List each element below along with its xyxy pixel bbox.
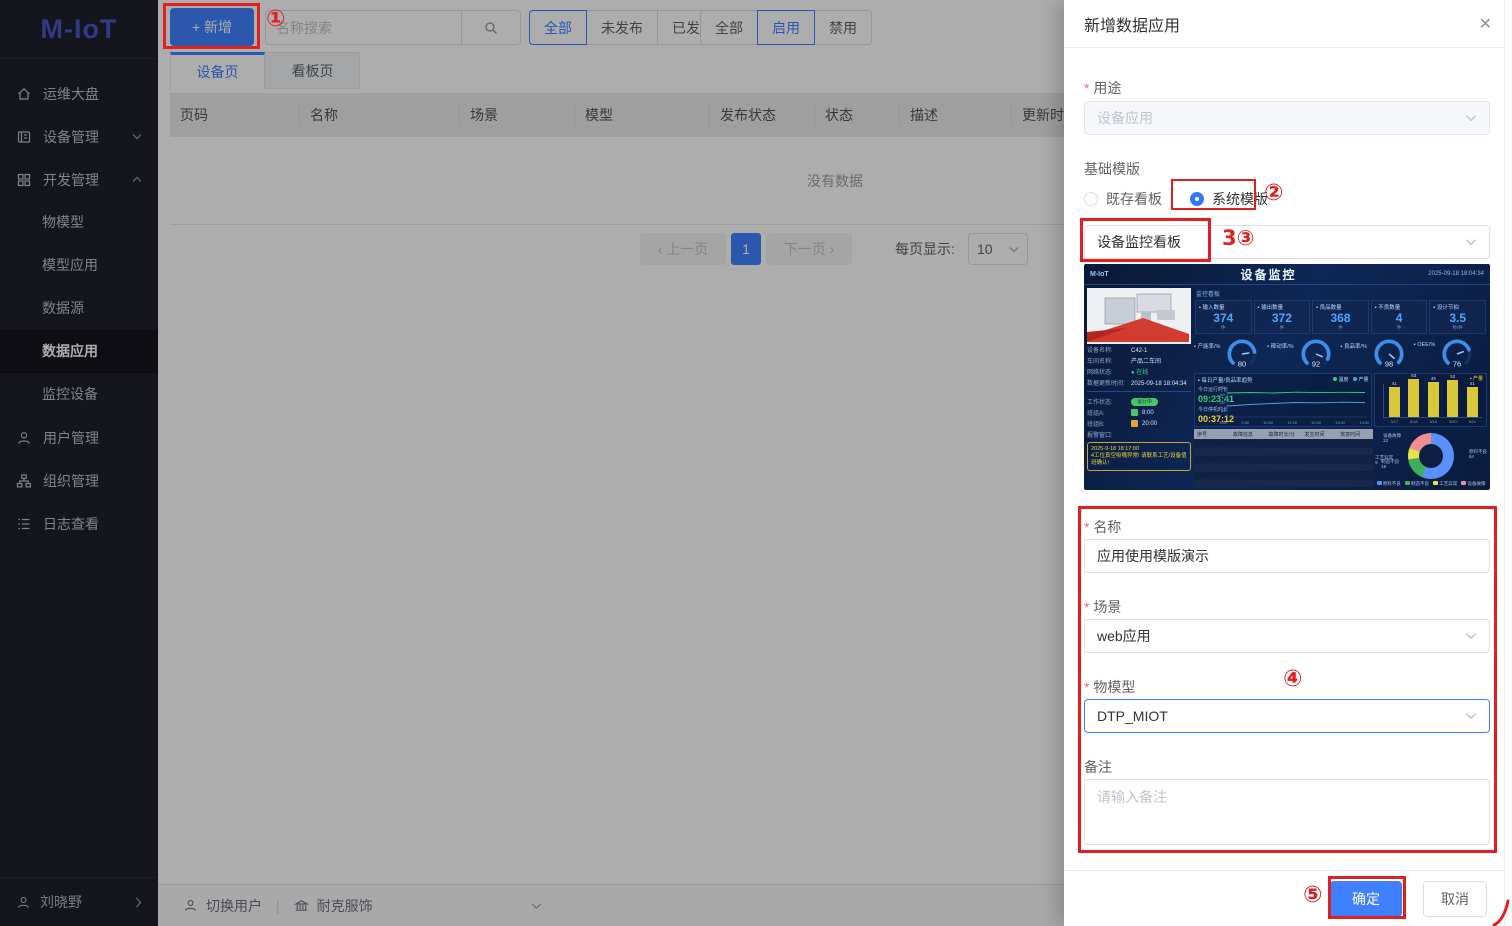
preview-right-panel: 监控看板 ▪ 输入数量 374 件 ▪ 输出数量 372 件 ▪ 良品数量 368 件 ▪ 不良数… xyxy=(1194,288,1487,487)
preview-gauge-row: ▪ 产能率/% 80 ▪ 稼动率/% 92 ▪ 良品率/% 98 ▪ OEE/% 76 xyxy=(1194,336,1487,372)
machine-image xyxy=(1087,288,1191,344)
radio-existing-board[interactable]: 既存看板 xyxy=(1084,189,1162,209)
svg-text:100: 100 xyxy=(1220,401,1226,405)
preview-body: 设备名称: C42-1 车间名称: 产品二车间 网络状态: ● 在线数据更新时间: 2025… xyxy=(1084,285,1490,490)
annotation-step-1: ① xyxy=(266,6,286,32)
svg-text:76: 76 xyxy=(1453,360,1461,369)
annotation-step-4: ④ xyxy=(1283,666,1303,692)
fault-table-header: 序号 故障信息 故障时长/分 发生时间 恢复时间 xyxy=(1194,429,1374,439)
trend-legend: 温度 产量 xyxy=(1333,376,1368,384)
preview-bottom-row: 序号 故障信息 故障时长/分 发生时间 恢复时间 原料不良 64 制造不良 18 工艺异常 9 设备… xyxy=(1194,429,1487,487)
bar-chart: 41 3/17 53 3/18 49 3/19 52 3/20 41 3/21 xyxy=(1383,373,1482,424)
modal-mask[interactable] xyxy=(0,0,1064,926)
preview-section-label: 监控看板 xyxy=(1196,292,1221,298)
preview-charts-row: ▪ 每日产量/良品率趋势 温度 产量 今日运行时长 09:23:41 今日停机时… xyxy=(1194,373,1487,427)
gauge: ▪ OEE/% 76 xyxy=(1414,336,1487,372)
annotation-box-2 xyxy=(1171,179,1256,210)
alarm-box: 2025-9-18 18:17:00 4工位真空吸嘴异常! 请联系工艺/设备值班确… xyxy=(1087,442,1191,471)
fault-table-row xyxy=(1194,480,1374,487)
cancel-button[interactable]: 取消 xyxy=(1423,881,1487,917)
donut-chart xyxy=(1408,433,1455,479)
kpi-card: ▪ 输入数量 374 件 xyxy=(1195,300,1252,334)
preview-timestamp: 2025-09-18 18:04:34 xyxy=(1428,271,1484,277)
radio-label: 既存看板 xyxy=(1106,191,1162,207)
donut-legend: 原料不良 制造不良 工艺异常 设备故障 xyxy=(1375,481,1487,487)
alarm-label-row: 报警窗口: xyxy=(1087,430,1191,439)
template-preview-image: M-IoT 设备监控 2025-09-18 18:04:34 设备名称: C42-… xyxy=(1084,264,1490,490)
status-badge: 运行中 xyxy=(1131,397,1159,406)
drawer-title: 新增数据应用 xyxy=(1084,17,1181,35)
close-icon[interactable]: ✕ xyxy=(1479,14,1492,34)
line-chart-x-labels: 8:00 9:00 10:00 11:00 12:00 13:00 14:00 xyxy=(1219,420,1370,425)
annotation-box-5 xyxy=(1328,876,1406,919)
fault-table-row xyxy=(1194,472,1374,479)
donut-label: 原料不良 64 xyxy=(1469,449,1487,459)
preview-kpi-row: ▪ 输入数量 374 件 ▪ 输出数量 372 件 ▪ 良品数量 368 件 ▪ 不良数量 4 件 ▪ … xyxy=(1194,299,1487,335)
status-row: 工作状态: 运行中 xyxy=(1087,397,1191,406)
fault-table-row xyxy=(1194,456,1374,463)
bar: 53 3/18 xyxy=(1408,373,1420,424)
fault-table-row xyxy=(1194,440,1374,447)
bar: 49 3/19 xyxy=(1427,376,1439,424)
fault-table-row xyxy=(1194,448,1374,455)
template-label: 基础模版 xyxy=(1084,161,1140,177)
alarm-label: 报警窗口: xyxy=(1087,433,1113,439)
chevron-down-icon xyxy=(1465,239,1477,246)
annotation-stroke xyxy=(1492,899,1510,926)
gauge: ▪ 产能率/% 80 xyxy=(1194,336,1267,372)
svg-text:150: 150 xyxy=(1220,393,1226,397)
bar-chart-panel: ▪ 产量 41 3/17 53 3/18 49 3/19 52 3/20 41 3/21 xyxy=(1374,373,1487,427)
gauge: ▪ 良品率/% 98 xyxy=(1341,336,1414,372)
svg-text:80: 80 xyxy=(1238,360,1246,369)
trend-title: ▪ 每日产量/良品率趋势 xyxy=(1198,378,1253,384)
preview-title: 设备监控 xyxy=(1240,267,1297,282)
chevron-down-icon xyxy=(1465,115,1477,122)
annotation-step-3: 3③ xyxy=(1222,226,1255,250)
donut-label: 工艺异常 9 xyxy=(1375,455,1394,465)
annotation-box-1 xyxy=(163,3,260,49)
trend-chart-panel: ▪ 每日产量/良品率趋势 温度 产量 今日运行时长 09:23:41 今日停机时… xyxy=(1194,373,1373,427)
bar: 41 3/17 xyxy=(1388,381,1400,424)
drawer-scrollbar[interactable] xyxy=(1504,0,1512,926)
purpose-value: 设备应用 xyxy=(1097,110,1153,126)
annotation-box-3 xyxy=(1080,218,1211,262)
drawer-header: 新增数据应用 ✕ xyxy=(1064,0,1512,48)
purpose-select: 设备应用 xyxy=(1084,101,1490,135)
preview-header: M-IoT 设备监控 2025-09-18 18:04:34 xyxy=(1084,264,1490,285)
kpi-card: ▪ 输出数量 372 件 xyxy=(1253,300,1311,334)
annotation-step-5: ⑤ xyxy=(1303,882,1323,908)
bar: 52 3/20 xyxy=(1447,374,1459,424)
annotation-step-2: ② xyxy=(1264,180,1284,206)
donut-chart-panel: 原料不良 64 制造不良 18 工艺异常 9 设备故障 22 原料不良 制造不良 工艺异常 设… xyxy=(1375,429,1487,487)
svg-text:98: 98 xyxy=(1385,360,1393,369)
status-row: 班组B: 20:00 xyxy=(1087,420,1158,428)
drawer-footer: 确定 取消 xyxy=(1064,870,1512,926)
device-info-row: 网络状态: ● 在线 xyxy=(1087,370,1149,376)
kpi-card: ▪ 不良数量 4 件 xyxy=(1370,300,1428,334)
radio-icon xyxy=(1084,192,1098,206)
device-info-row: 数据更新时间: 2025-09-18 18:04:34 xyxy=(1087,381,1187,387)
donut-label: 设备故障 22 xyxy=(1383,433,1402,443)
preview-logo: M-IoT xyxy=(1090,270,1109,278)
kpi-card: ▪ 设计节拍 3.5 秒/件 xyxy=(1429,300,1486,334)
kpi-card: ▪ 良品数量 368 件 xyxy=(1312,300,1369,334)
fault-table-row xyxy=(1194,464,1374,471)
bar: 41 3/21 xyxy=(1466,381,1478,424)
svg-text:92: 92 xyxy=(1312,360,1320,369)
gauge: ▪ 稼动率/% 92 xyxy=(1267,336,1340,372)
divider xyxy=(1087,391,1191,392)
device-info-row: 设备名称: C42-1 xyxy=(1087,348,1148,354)
fault-table: 序号 故障信息 故障时长/分 发生时间 恢复时间 xyxy=(1194,429,1374,487)
svg-text:50: 50 xyxy=(1222,409,1226,413)
line-chart: 250 150 100 50 xyxy=(1220,385,1368,418)
svg-text:250: 250 xyxy=(1220,386,1226,390)
device-info-list: 设备名称: C42-1 车间名称: 产品二车间 网络状态: ● 在线数据更新时间: 2025… xyxy=(1087,344,1191,388)
preview-left-panel: 设备名称: C42-1 车间名称: 产品二车间 网络状态: ● 在线数据更新时间: 2025… xyxy=(1087,288,1191,487)
status-list: 工作状态: 运行中 班组A: 8:00 班组B: 20:00 xyxy=(1087,395,1191,428)
purpose-label: 用途 xyxy=(1084,78,1121,98)
status-row: 班组A: 8:00 xyxy=(1087,409,1154,417)
device-info-row: 车间名称: 产品二车间 xyxy=(1087,359,1162,365)
